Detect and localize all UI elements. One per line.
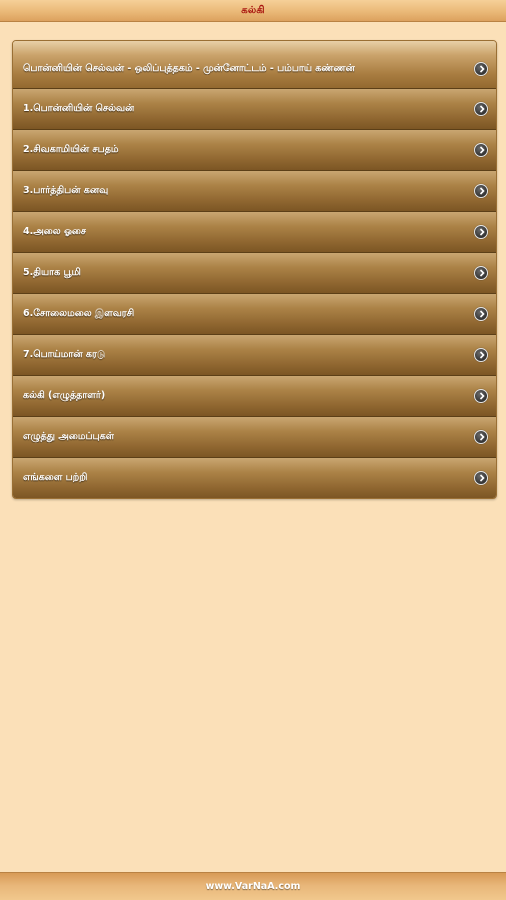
menu-list: பொன்னியின் செல்வன் - ஒலிப்புத்தகம் - முன… [12,40,497,499]
menu-item-label: 2.சிவகாமியின் சபதம் [23,144,119,155]
menu-item-label: 4.அலை ஓசை [23,226,87,237]
menu-item-audiobook-preview[interactable]: பொன்னியின் செல்வன் - ஒலிப்புத்தகம் - முன… [13,41,496,88]
menu-item-label: 7.பொய்மான் கரடு [23,349,106,360]
menu-item-label: 5.தியாக பூமி [23,267,81,278]
menu-item-label: எழுத்து அமைப்புகள் [23,431,115,442]
top-title-bar: கல்கி [0,0,506,22]
menu-item-alai-osai[interactable]: 4.அலை ஓசை [13,211,496,252]
menu-item-label: 1.பொன்னியின் செல்வன் [23,103,135,114]
chevron-right-icon [474,143,488,157]
menu-item-label: 3.பார்த்திபன் கனவு [23,185,109,196]
footer-website-link[interactable]: www.VarNaA.com [206,881,301,892]
menu-item-label: கல்கி (எழுத்தாளர்) [23,390,106,401]
menu-item-sivagamiyin-sabatham[interactable]: 2.சிவகாமியின் சபதம் [13,129,496,170]
menu-item-ponniyin-selvan[interactable]: 1.பொன்னியின் செல்வன் [13,88,496,129]
chevron-right-icon [474,307,488,321]
chevron-right-icon [474,184,488,198]
menu-item-about-us[interactable]: எங்களை பற்றி [13,457,496,498]
menu-item-solaimalai-ilavarasi[interactable]: 6.சோலைமலை இளவரசி [13,293,496,334]
chevron-right-icon [474,61,488,76]
chevron-right-icon [474,225,488,239]
chevron-right-icon [474,266,488,280]
bottom-footer-bar: www.VarNaA.com [0,872,506,900]
chevron-right-icon [474,430,488,444]
chevron-right-icon [474,471,488,485]
menu-item-label: பொன்னியின் செல்வன் - ஒலிப்புத்தகம் - முன… [23,62,355,74]
menu-item-poimaan-karadu[interactable]: 7.பொய்மான் கரடு [13,334,496,375]
chevron-right-icon [474,389,488,403]
menu-item-font-settings[interactable]: எழுத்து அமைப்புகள் [13,416,496,457]
menu-item-label: 6.சோலைமலை இளவரசி [23,308,135,319]
chevron-right-icon [474,102,488,116]
menu-item-kalki-author[interactable]: கல்கி (எழுத்தாளர்) [13,375,496,416]
menu-item-label: எங்களை பற்றி [23,472,88,483]
page-title: கல்கி [241,4,265,16]
menu-item-parthiban-kanavu[interactable]: 3.பார்த்திபன் கனவு [13,170,496,211]
menu-item-thiyaga-bhoomi[interactable]: 5.தியாக பூமி [13,252,496,293]
chevron-right-icon [474,348,488,362]
